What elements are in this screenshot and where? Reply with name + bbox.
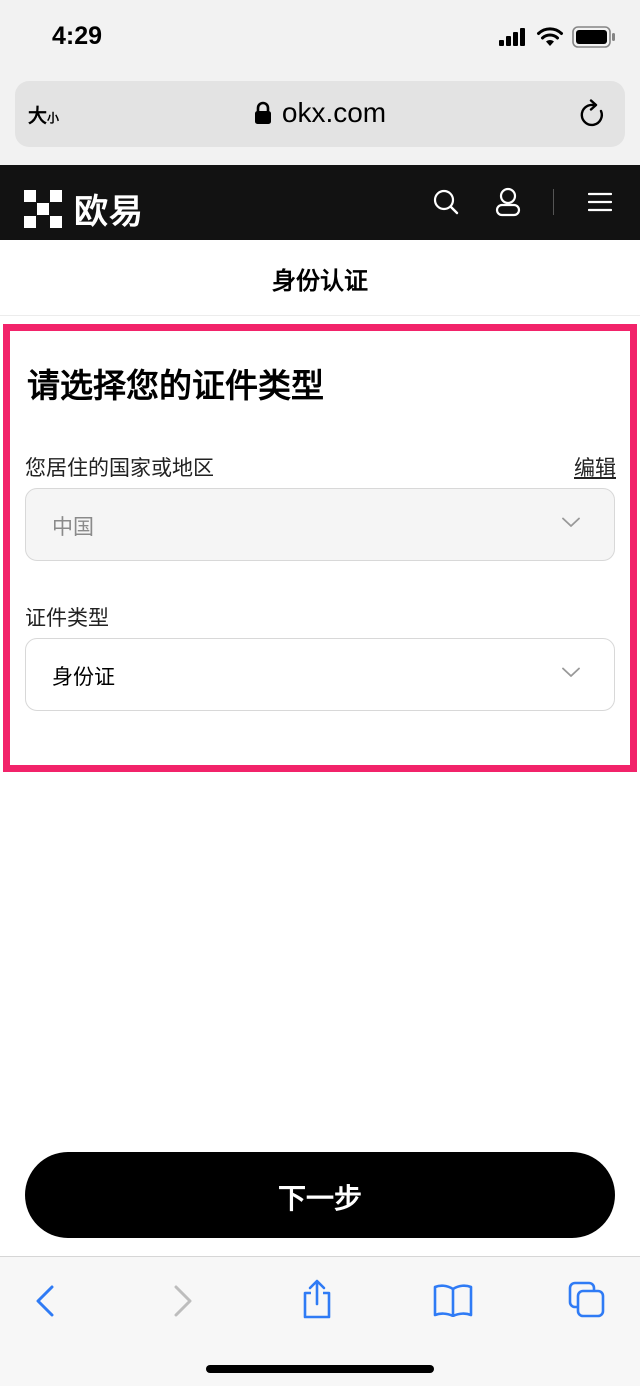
home-indicator [206,1365,434,1373]
brand-name: 欧易 [74,192,144,232]
battery-icon [572,26,615,48]
status-bar: 4:29 [0,0,640,76]
status-time: 4:29 [52,22,103,50]
nav-divider [553,189,554,215]
doc-type-select[interactable]: 身份证 [25,638,615,711]
tabs-icon[interactable] [568,1281,606,1319]
browser-address-area: 大小 okx.com [0,76,640,165]
edit-country-link[interactable]: 编辑 [574,452,616,482]
lock-icon [254,101,271,124]
forward-icon[interactable] [172,1285,194,1317]
doc-type-label: 证件类型 [25,606,109,630]
nav-icons [433,187,612,217]
okx-logo-icon [24,189,62,228]
reload-icon [580,99,603,127]
doc-type-value: 身份证 [52,665,115,689]
wifi-icon [537,27,563,46]
signal-icon [499,28,525,46]
page-title: 身份认证 [272,267,368,295]
chevron-down-icon [562,667,580,677]
chevron-down-icon [562,517,580,527]
browser-toolbar [0,1256,640,1386]
document-type-form: 请选择您的证件类型 您居住的国家或地区 编辑 中国 证件类型 身份证 [3,324,637,772]
address-bar[interactable]: 大小 okx.com [15,81,625,147]
country-select: 中国 [25,488,615,561]
page-header: 身份认证 [0,240,640,316]
status-icons [498,26,616,48]
screen: 4:29 大小 okx.com 欧易 身份认证 请选择您的证件类型 您居住的国家… [0,0,640,1386]
share-icon[interactable] [301,1279,333,1319]
bookmarks-icon[interactable] [433,1283,473,1317]
form-heading: 请选择您的证件类型 [27,366,324,405]
back-icon[interactable] [34,1285,56,1317]
country-label: 您居住的国家或地区 [25,456,214,480]
next-step-label: 下一步 [277,1182,362,1215]
site-nav: 欧易 [0,165,640,240]
next-step-button[interactable]: 下一步 [25,1152,615,1238]
user-icon[interactable] [495,187,521,217]
search-icon[interactable] [433,188,459,216]
reload-button[interactable] [579,99,607,133]
menu-icon[interactable] [588,191,612,213]
country-value: 中国 [52,515,94,539]
site-logo[interactable]: 欧易 [24,184,144,233]
url-text: okx.com [281,97,387,128]
url-display[interactable]: okx.com [15,97,625,129]
